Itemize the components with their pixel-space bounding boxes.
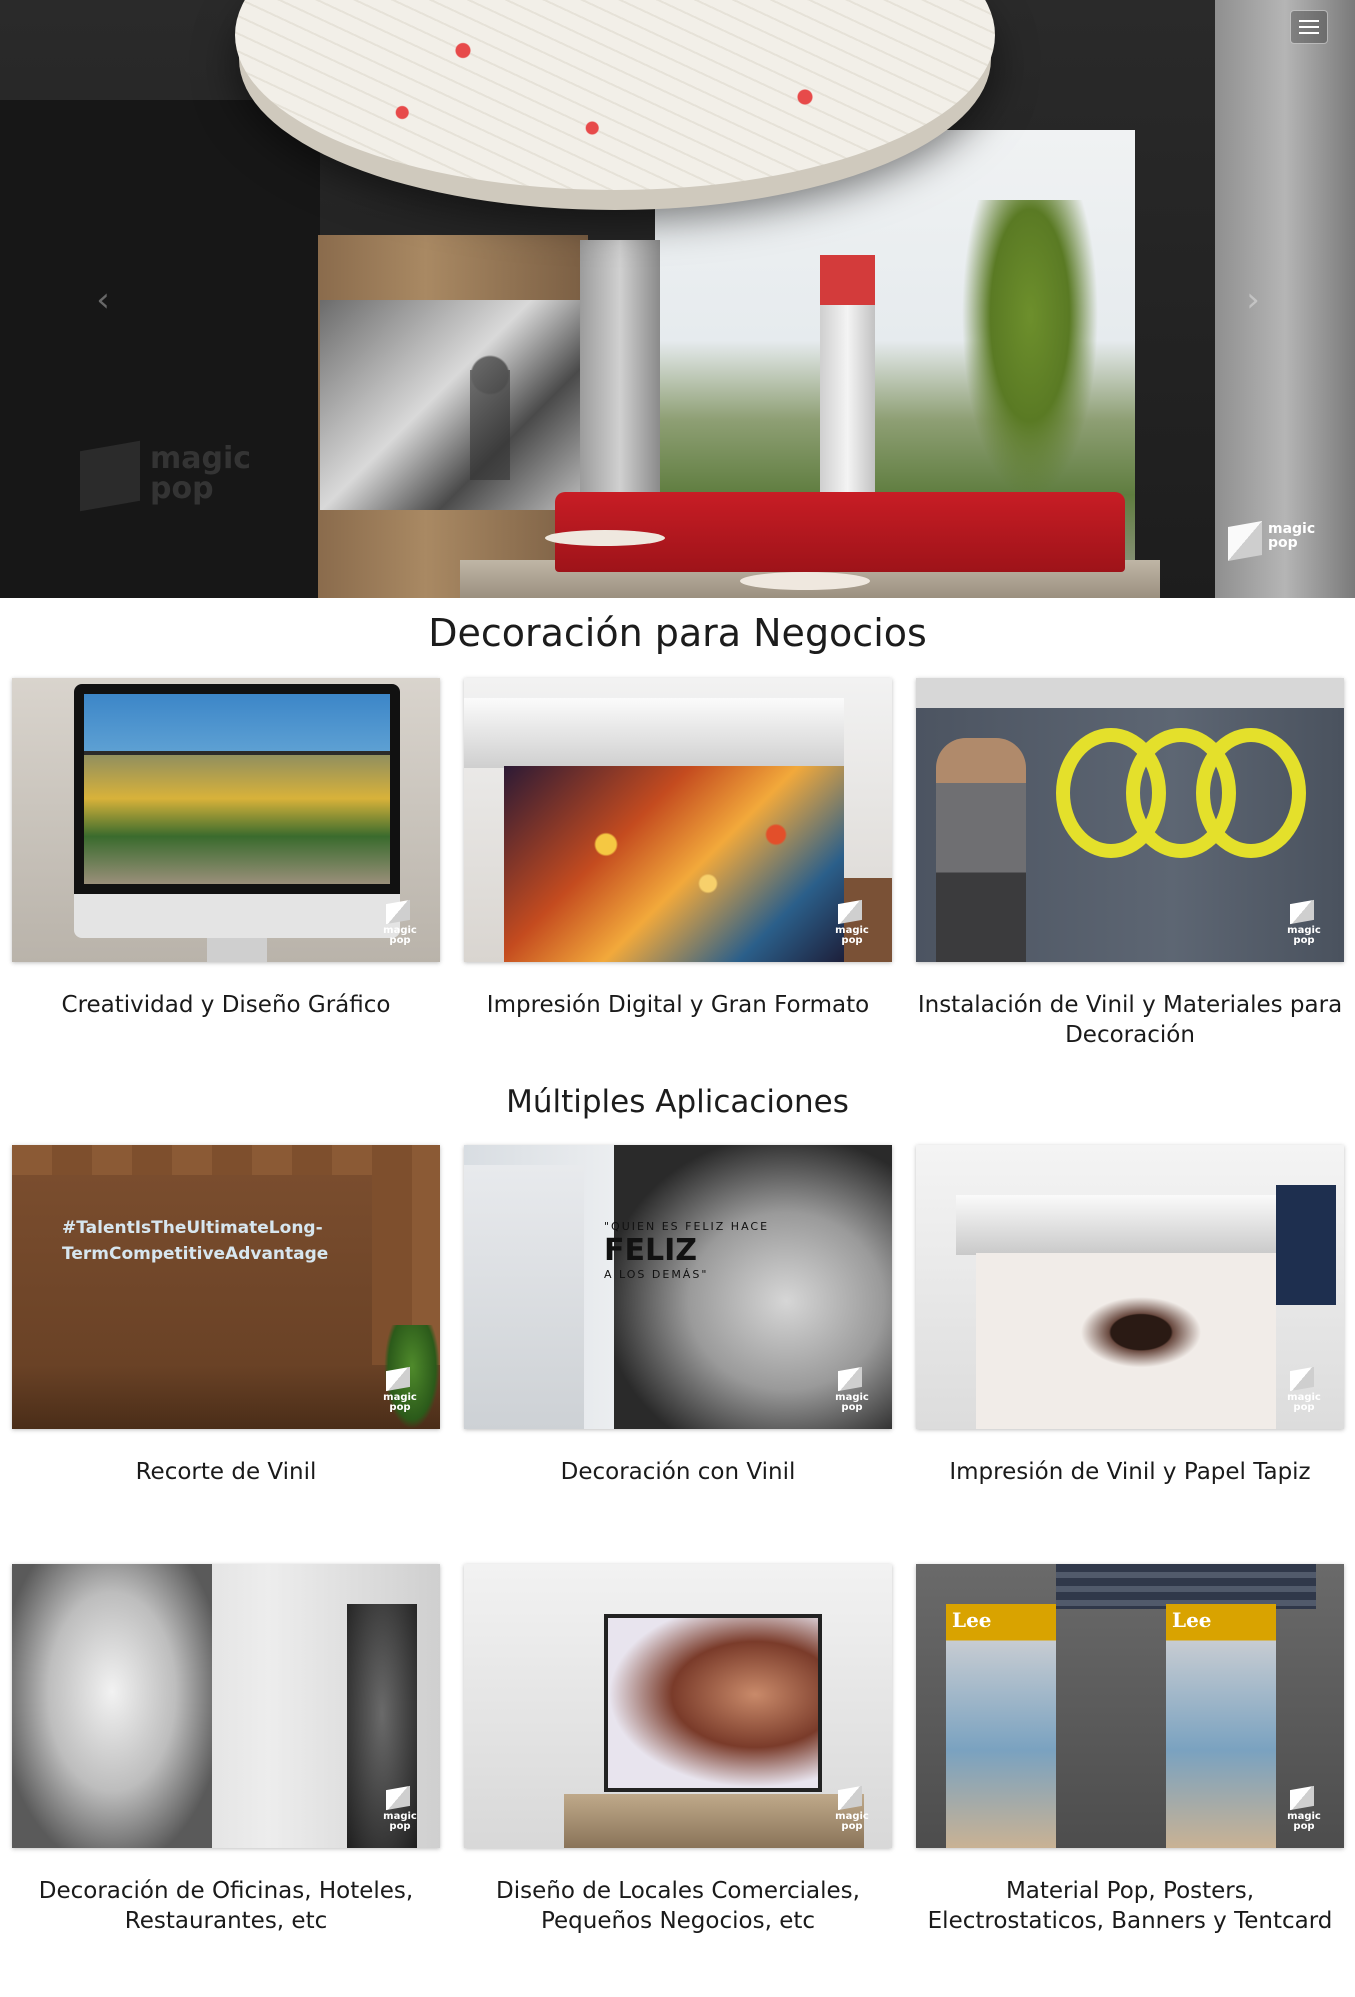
magic-pop-logo-icon: magic pop [380, 899, 420, 948]
application-card-retail[interactable]: magic pop Diseño de Locales Comerciales, … [464, 1564, 892, 1936]
magic-pop-logo-icon: magic pop [832, 1366, 872, 1415]
card-caption: Creatividad y Diseño Gráfico [61, 992, 391, 1018]
hamburger-icon-bar [1299, 26, 1319, 28]
application-card-wallpaper-print[interactable]: magic pop Impresión de Vinil y Papel Tapi… [916, 1145, 1344, 1487]
application-card-vinyl-decor[interactable]: "QUIEN ES FELIZ HACE FELIZ A LOS DEMÁS" ma… [464, 1145, 892, 1487]
card-caption: Recorte de Vinil [135, 1459, 317, 1485]
card-image-imac[interactable]: magic pop [12, 678, 440, 962]
hero-table [545, 530, 665, 546]
card-caption: Impresión de Vinil y Papel Tapiz [949, 1459, 1311, 1485]
hero-carousel: magic pop magic pop ‹ › [0, 0, 1355, 598]
card-caption: Decoración con Vinil [560, 1459, 796, 1485]
logo-word: pop [1268, 535, 1298, 551]
application-card-vinyl-cut[interactable]: #TalentIsTheUltimateLong- TermCompetitive… [12, 1145, 440, 1487]
hamburger-icon-bar [1299, 32, 1319, 34]
card-caption: Decoración de Oficinas, Hoteles, Restaur… [38, 1878, 414, 1934]
card-image-wallpaper-printer[interactable]: magic pop [916, 1145, 1344, 1429]
service-card-design[interactable]: magic pop Creatividad y Diseño Gráfico [12, 678, 440, 1020]
application-card-offices[interactable]: magic pop Decoración de Oficinas, Hoteles… [12, 1564, 440, 1936]
logo-word: pop [150, 471, 214, 506]
hero-brand-logo: magic pop [1228, 518, 1338, 568]
magic-pop-logo-icon: magic pop [380, 1366, 420, 1415]
service-card-printing[interactable]: magic pop Impresión Digital y Gran Format… [464, 678, 892, 1020]
hero-pillar-right [1215, 0, 1355, 598]
magic-pop-logo-icon: magic pop [832, 899, 872, 948]
hero-table [740, 572, 870, 590]
logo-cube-icon [1228, 521, 1262, 561]
magic-pop-logo-icon: magic pop [1284, 1785, 1324, 1834]
section-title-business: Decoración para Negocios [428, 611, 927, 655]
card-caption: Diseño de Locales Comerciales, Pequeños … [496, 1878, 860, 1934]
card-caption: Instalación de Vinil y Materiales para D… [917, 992, 1343, 1048]
hamburger-menu-button[interactable] [1290, 10, 1328, 44]
magic-pop-logo-icon: magic pop [1284, 1366, 1324, 1415]
card-image-store[interactable]: magic pop [464, 1564, 892, 1848]
service-card-installation[interactable]: magic pop Instalación de Vinil y Material… [916, 678, 1344, 1050]
hero-ghost-logo: magic pop [80, 440, 280, 540]
card-image-elevator-baby[interactable]: magic pop [12, 1564, 440, 1848]
card-image-installation[interactable]: magic pop [916, 678, 1344, 962]
card-image-pop-display[interactable]: magicpop [916, 1564, 1344, 1848]
hero-tree [950, 200, 1110, 530]
card-image-printer[interactable]: magic pop [464, 678, 892, 962]
application-card-pop-material[interactable]: magicpop Material Pop, Posters, Electros… [916, 1564, 1344, 1936]
wall-lettering: #TalentIsTheUltimateLong- TermCompetitive… [62, 1218, 329, 1264]
section-title-applications: Múltiples Aplicaciones [506, 1084, 849, 1120]
carousel-prev-arrow-icon[interactable]: ‹ [88, 280, 118, 320]
magic-pop-logo-icon: magic pop [1284, 899, 1324, 948]
logo-cube-icon [80, 440, 140, 512]
carousel-next-arrow-icon[interactable]: › [1238, 280, 1268, 320]
quote-lettering: "QUIEN ES FELIZ HACE FELIZ A LOS DEMÁS" [604, 1220, 770, 1281]
card-image-wood-wall[interactable]: #TalentIsTheUltimateLong- TermCompetitive… [12, 1145, 440, 1429]
magic-pop-logo-icon: magic pop [832, 1785, 872, 1834]
hamburger-icon-bar [1299, 20, 1319, 22]
magic-pop-logo-icon: magic pop [380, 1785, 420, 1834]
card-caption: Impresión Digital y Gran Formato [486, 992, 870, 1018]
card-caption: Material Pop, Posters, Electrostaticos, … [927, 1878, 1333, 1934]
card-image-smiling-woman[interactable]: "QUIEN ES FELIZ HACE FELIZ A LOS DEMÁS" ma… [464, 1145, 892, 1429]
hero-chess-poster [320, 300, 580, 510]
